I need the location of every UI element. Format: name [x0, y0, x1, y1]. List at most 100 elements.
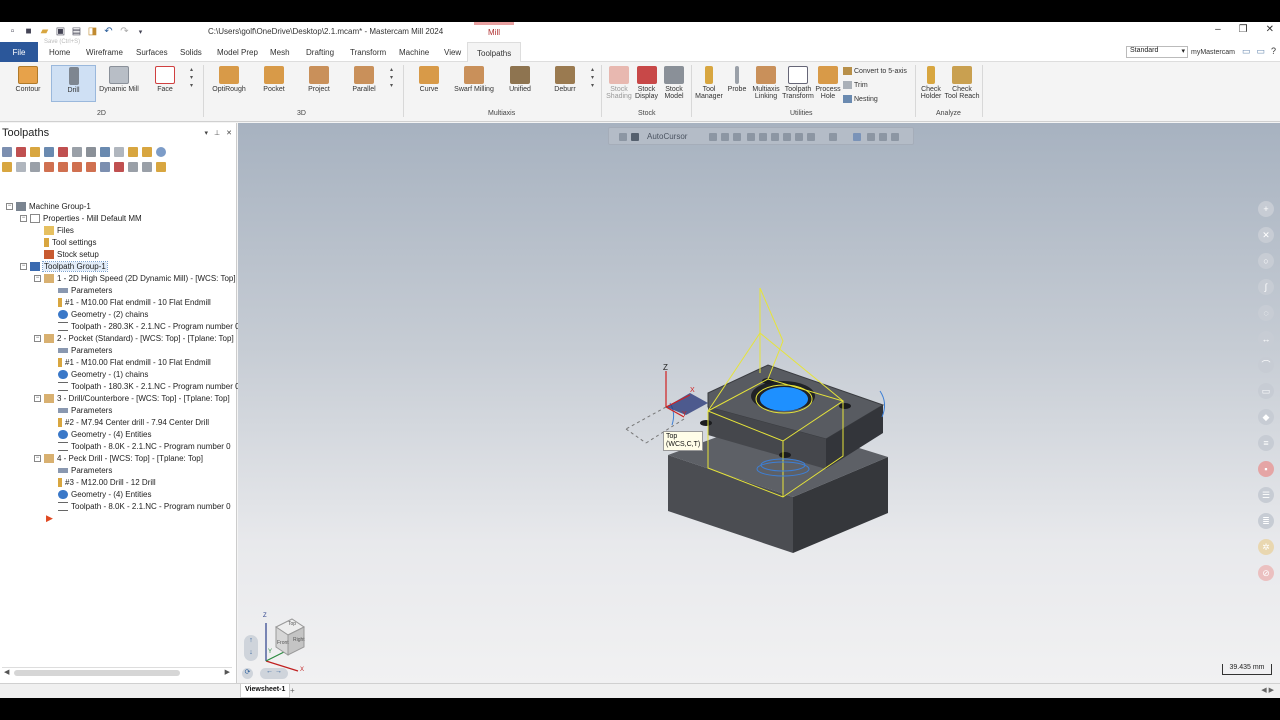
- tool-manager-button[interactable]: Tool Manager: [694, 65, 724, 103]
- stock-shading-button[interactable]: Stock Shading: [605, 65, 633, 103]
- regenerate-icon[interactable]: [44, 147, 54, 157]
- drill-button[interactable]: Drill: [51, 65, 96, 102]
- tree-node-machine-group[interactable]: − Machine Group-1: [6, 200, 91, 212]
- deburr-button[interactable]: Deburr: [550, 65, 580, 103]
- scroll-to-insert-icon[interactable]: [86, 162, 96, 172]
- check-holder-button[interactable]: Check Holder: [918, 65, 944, 103]
- verify-icon[interactable]: [86, 147, 96, 157]
- dimension-icon[interactable]: ↔: [1258, 331, 1274, 347]
- paste-icon[interactable]: [128, 162, 138, 172]
- select-invalid-icon[interactable]: [16, 147, 26, 157]
- collapse-icon[interactable]: −: [34, 334, 41, 342]
- curve-button[interactable]: Curve: [414, 65, 444, 103]
- dynamic-mill-button[interactable]: Dynamic Mill: [97, 65, 141, 103]
- move-up-icon[interactable]: [58, 162, 68, 172]
- move-down-icon[interactable]: [44, 162, 54, 172]
- tab-transform[interactable]: Transform: [350, 42, 386, 62]
- tree-node-operation-2[interactable]: − 2 - Pocket (Standard) - [WCS: Top] - [T…: [34, 332, 234, 344]
- copy-icon[interactable]: [114, 162, 124, 172]
- nesting-button[interactable]: Nesting: [843, 95, 878, 103]
- collapse-icon[interactable]: −: [6, 202, 13, 210]
- tab-home[interactable]: Home: [49, 42, 70, 62]
- pan-vertical-control[interactable]: ↑ ↓: [244, 635, 258, 661]
- tree-node-parameters[interactable]: Parameters: [58, 284, 112, 296]
- check-icon[interactable]: [156, 162, 166, 172]
- tree-node-parameters[interactable]: Parameters: [58, 344, 112, 356]
- gallery-2d-scroll[interactable]: ▴ ▾ ▾: [190, 66, 193, 90]
- only-display-selected-icon[interactable]: [100, 162, 110, 172]
- merge-icon[interactable]: ◨: [86, 25, 99, 38]
- tree-node-geometry[interactable]: Geometry - (4) Entities: [58, 488, 151, 500]
- tab-mesh[interactable]: Mesh: [270, 42, 290, 62]
- feedback-icon[interactable]: ▭: [1257, 46, 1266, 57]
- cube-right-face[interactable]: Right: [293, 637, 305, 643]
- toolpath-transform-button[interactable]: Toolpath Transform: [782, 65, 814, 103]
- tree-node-parameters[interactable]: Parameters: [58, 464, 112, 476]
- cube-front-face[interactable]: Front: [277, 640, 289, 646]
- stock-model-button[interactable]: Stock Model: [660, 65, 688, 103]
- backplot-icon[interactable]: [72, 147, 82, 157]
- collapse-icon[interactable]: −: [34, 274, 41, 282]
- panel-menu-icon[interactable]: ▾: [205, 129, 209, 137]
- zoom-in-icon[interactable]: +: [1258, 201, 1274, 217]
- probe-button[interactable]: Probe: [726, 65, 748, 103]
- toggle-post-icon[interactable]: [30, 162, 40, 172]
- high-feed-icon[interactable]: [142, 147, 152, 157]
- tree-node-tool-settings[interactable]: Tool settings: [44, 236, 96, 248]
- gallery-multiaxis-scroll[interactable]: ▴ ▾ ▾: [591, 66, 594, 90]
- tree-node-geometry[interactable]: Geometry - (4) Entities: [58, 428, 151, 440]
- cube-top-face[interactable]: Top: [288, 621, 296, 627]
- collapse-icon[interactable]: −: [20, 214, 27, 222]
- tree-node-properties[interactable]: − Properties - Mill Default MM: [20, 212, 142, 224]
- tab-surfaces[interactable]: Surfaces: [136, 42, 168, 62]
- check-tool-reach-button[interactable]: Check Tool Reach: [944, 65, 980, 103]
- tab-drafting[interactable]: Drafting: [306, 42, 334, 62]
- stack-icon[interactable]: ≡: [1258, 435, 1274, 451]
- settings-icon[interactable]: ✲: [1258, 539, 1274, 555]
- circle-icon[interactable]: ○: [1258, 253, 1274, 269]
- scroll-right-icon[interactable]: ▶: [225, 668, 230, 676]
- tab-model-prep[interactable]: Model Prep: [217, 42, 258, 62]
- help-circle-icon[interactable]: [156, 147, 166, 157]
- solid-icon[interactable]: ◆: [1258, 409, 1274, 425]
- convert-to-5-axis-button[interactable]: Convert to 5-axis: [843, 67, 907, 75]
- tree-node-toolpath[interactable]: Toolpath - 8.0K - 2.1.NC - Program numbe…: [58, 500, 231, 512]
- regenerate-dirty-icon[interactable]: [58, 147, 68, 157]
- tab-wireframe[interactable]: Wireframe: [86, 42, 123, 62]
- sphere-icon[interactable]: ◌: [1258, 305, 1274, 321]
- tree-node-toolpath[interactable]: Toolpath - 180.3K - 2.1.NC - Program num…: [58, 380, 240, 392]
- g1-icon[interactable]: [114, 147, 124, 157]
- analyze-icon[interactable]: ▪: [1258, 461, 1274, 477]
- stock-display-button[interactable]: Stock Display: [633, 65, 660, 103]
- insert-arrow-icon[interactable]: [72, 162, 82, 172]
- collapse-icon[interactable]: −: [20, 262, 27, 270]
- simulate-icon[interactable]: [100, 147, 110, 157]
- viewsheet-tab[interactable]: Viewsheet-1: [240, 684, 291, 698]
- expand-icon[interactable]: [142, 162, 152, 172]
- tree-node-stock-setup[interactable]: Stock setup: [44, 248, 99, 260]
- style-select[interactable]: Standard ▾: [1126, 46, 1188, 58]
- tree-node-operation-3[interactable]: − 3 - Drill/Counterbore - [WCS: Top] - [T…: [34, 392, 230, 404]
- help-icon[interactable]: ?: [1271, 46, 1276, 57]
- insert-arrow-marker[interactable]: ▶: [46, 512, 53, 524]
- comment-icon[interactable]: ▭: [1242, 46, 1251, 57]
- pan-horizontal-control[interactable]: ← →: [260, 668, 288, 679]
- tree-node-files[interactable]: Files: [44, 224, 74, 236]
- layers-icon[interactable]: ▭: [1258, 383, 1274, 399]
- minimize-icon[interactable]: –: [1215, 24, 1221, 35]
- redo-icon[interactable]: ↷: [118, 25, 131, 38]
- tree-node-toolpath[interactable]: Toolpath - 280.3K - 2.1.NC - Program num…: [58, 320, 240, 332]
- select-by-tool-icon[interactable]: [30, 147, 40, 157]
- tab-file[interactable]: File: [0, 42, 38, 62]
- close-panel-icon[interactable]: ✕: [226, 129, 232, 137]
- project-button[interactable]: Project: [302, 65, 336, 103]
- gallery-3d-scroll[interactable]: ▴ ▾ ▾: [390, 66, 393, 90]
- close-window-icon[interactable]: ✕: [1266, 24, 1274, 35]
- tree-node-geometry[interactable]: Geometry - (1) chains: [58, 368, 148, 380]
- tree-node-parameters[interactable]: Parameters: [58, 404, 112, 416]
- stack-layers-icon[interactable]: ≣: [1258, 513, 1274, 529]
- tree-node-tool[interactable]: #2 - M7.94 Center drill - 7.94 Center Dr…: [58, 416, 209, 428]
- rotate-control[interactable]: ⟳: [242, 668, 253, 679]
- multiaxis-linking-button[interactable]: Multiaxis Linking: [750, 65, 782, 103]
- face-button[interactable]: Face: [150, 65, 180, 103]
